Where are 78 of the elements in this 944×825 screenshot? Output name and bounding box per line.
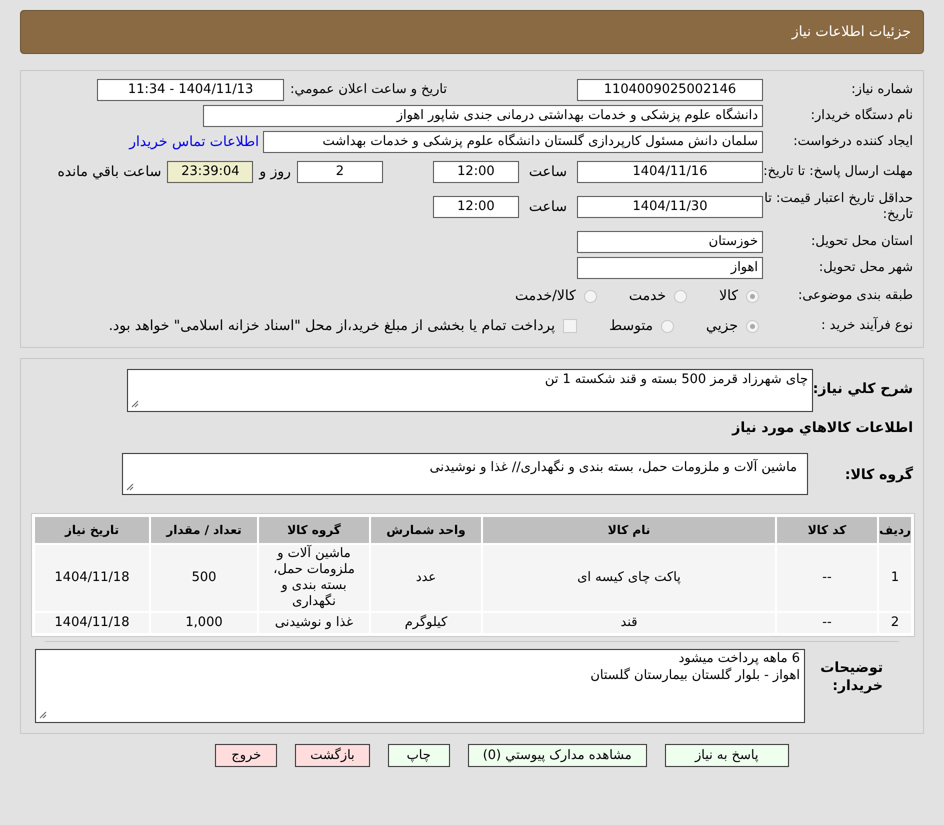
input-field[interactable]: دانشگاه علوم پزشکی و خدمات بهداشتی درمانی جندی شاپور اهواز	[203, 105, 763, 127]
field-label: شماره نیاز:	[850, 81, 913, 100]
radio-button[interactable]	[584, 290, 597, 302]
radio-label: کالا	[719, 286, 738, 306]
field-label: تاریخ و ساعت اعلان عمومي:	[290, 81, 447, 100]
input-field[interactable]: خوزستان	[577, 231, 763, 253]
table-cell: 1,000	[151, 613, 257, 633]
radio-label: جزيي	[706, 316, 738, 336]
action-button[interactable]: بازگشت	[295, 744, 370, 767]
radio-label: خدمت	[628, 286, 666, 306]
checkbox[interactable]	[563, 319, 578, 333]
action-button[interactable]: پاسخ به نياز	[664, 744, 789, 767]
field-label: گروه کالا:	[844, 465, 913, 485]
note-line: 6 ماهه پرداخت میشود	[678, 650, 800, 667]
field-label: ساعت باقي مانده	[58, 162, 162, 182]
radio-button[interactable]	[746, 290, 759, 302]
column-header: رديف	[879, 517, 911, 543]
table-cell: --	[777, 613, 877, 633]
field-label: طبقه بندی موضوعی:	[796, 287, 913, 306]
column-header: گروه کالا	[259, 517, 369, 543]
text-area[interactable]: ماشین آلات و ملزومات حمل، بسته بندی و نگهداری// غذا و نوشیدنی	[122, 453, 808, 495]
table-cell: ماشین آلات و ملزومات حمل، بسته بندی و نگهداری	[259, 545, 369, 611]
table-cell: غذا و نوشیدنی	[259, 613, 369, 633]
table-cell: 1404/11/18	[35, 545, 149, 611]
field-label: حداقل تاریخ اعتبار قیمت: تا تاریخ:	[763, 191, 913, 223]
page-title: جزئیات اطلاعات نیاز	[792, 22, 911, 42]
field-label: شهر محل تحویل:	[818, 259, 913, 278]
input-field[interactable]: اهواز	[577, 257, 763, 279]
resize-grip-icon[interactable]	[131, 400, 139, 408]
field-label: شرح کلي نياز:	[813, 380, 913, 399]
column-header: تاريخ نياز	[35, 517, 149, 543]
input-field[interactable]: 1404/11/13 - 11:34	[97, 79, 284, 101]
input-field[interactable]: 12:00	[432, 161, 519, 183]
input-field[interactable]: 23:39:04	[167, 161, 254, 183]
field-label: نام دستگاه خريدار:	[810, 106, 913, 126]
input-field[interactable]: 1104009025002146	[577, 79, 763, 101]
table-cell: کیلوگرم	[371, 613, 481, 633]
radio-label: متوسط	[609, 316, 654, 336]
resize-grip-icon[interactable]	[39, 711, 47, 719]
checkbox-label: پرداخت تمام یا بخشی از مبلغ خرید،از محل "اسناد خزانه اسلامی" خواهد بود.	[108, 316, 556, 336]
text-area[interactable]: 6 ماهه پرداخت میشود اهواز - بلوار گلستان بیمارستان گلستان	[35, 649, 805, 723]
radio-button[interactable]	[674, 290, 688, 302]
input-field[interactable]: 1404/11/30	[577, 196, 763, 218]
action-button[interactable]: خروج	[215, 744, 278, 767]
table-cell: عدد	[371, 545, 481, 611]
field-label: مهلت ارسال پاسخ: تا تاریخ:	[763, 164, 913, 180]
section-title: اطلاعات کالاهاي مورد نياز	[732, 419, 913, 438]
field-label: استان محل تحویل:	[810, 233, 913, 252]
radio-button[interactable]	[746, 320, 759, 332]
field-label: ساعت	[528, 198, 567, 216]
column-header: واحد شمارش	[371, 517, 481, 543]
action-button[interactable]: مشاهده مدارک پيوستي (0)	[468, 744, 647, 767]
table-cell: قند	[483, 613, 775, 633]
contact-link[interactable]: اطلاعات تماس خريدار	[129, 132, 259, 152]
input-field[interactable]: 12:00	[432, 196, 519, 218]
field-label: ايجاد کننده درخواست:	[792, 133, 913, 152]
column-header: کد کالا	[777, 517, 877, 543]
radio-label: کالا/خدمت	[514, 286, 576, 306]
column-header: نام کالا	[483, 517, 775, 543]
action-button[interactable]: چاپ	[388, 744, 450, 767]
note-line: اهواز - بلوار گلستان بیمارستان گلستان	[589, 667, 800, 684]
field-label: توضیحات خریدار:	[819, 659, 884, 695]
table-cell: 2	[879, 613, 911, 633]
table-cell: 500	[151, 545, 257, 611]
input-field[interactable]: سلمان دانش مسئول کارپردازی گلستان دانشگاه علوم پزشکی و خدمات بهداشت	[263, 131, 763, 153]
field-label: روز و	[259, 162, 291, 182]
table-cell: --	[777, 545, 877, 611]
field-label: نوع فرآیند خرید :	[820, 316, 913, 336]
resize-grip-icon[interactable]	[126, 483, 134, 491]
text-area[interactable]: چای شهرزاد قرمز 500 بسته و قند شکسته 1 تن	[127, 369, 813, 412]
table-cell: پاکت چای کیسه ای	[483, 545, 775, 611]
table-cell: 1	[879, 545, 911, 611]
input-field[interactable]: 2	[296, 161, 383, 183]
field-label: ساعت	[528, 162, 567, 182]
column-header: تعداد / مقدار	[151, 517, 257, 543]
table-cell: 1404/11/18	[35, 613, 149, 633]
input-field[interactable]: 1404/11/16	[577, 161, 763, 183]
radio-button[interactable]	[661, 320, 674, 332]
